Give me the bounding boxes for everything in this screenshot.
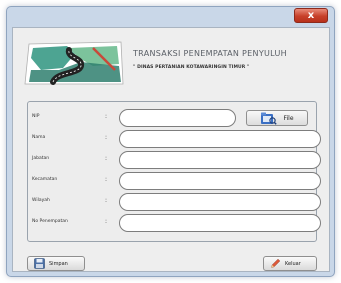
row-wilayah: Wilayah : [28,192,321,212]
jabatan-input[interactable] [119,151,321,169]
save-button[interactable]: Simpan [27,256,85,271]
exit-button[interactable]: Keluar [263,256,317,271]
folder-search-icon [261,112,278,125]
jabatan-label: Jabatan [32,156,50,161]
no-penempatan-label: No Penempatan [32,219,68,224]
colon: : [105,113,108,120]
wilayah-label: Wilayah [32,198,50,203]
form-subtitle: " DINAS PERTANIAN KOTAWARINGIN TIMUR " [133,65,250,70]
colon: : [105,134,108,141]
save-button-label: Simpan [49,260,68,267]
form-panel: NIP : File Nama : Jabatan: Kecamatan: … [27,101,321,242]
pencil-icon [271,258,281,268]
dialog-content: TRANSAKSI PENEMPATAN PENYULUH " DINAS PE… [12,27,330,272]
wilayah-input[interactable] [119,193,321,211]
nama-label: Nama [32,135,46,140]
row-kecamatan: Kecamatan : [28,171,321,191]
kecamatan-input[interactable] [119,172,321,190]
save-icon [34,258,45,269]
form-title: TRANSAKSI PENEMPATAN PENYULUH [133,49,287,58]
kecamatan-label: Kecamatan [32,177,58,182]
title-bar: x [7,7,334,27]
colon: : [105,197,108,204]
close-button[interactable]: x [294,8,328,23]
nip-label: NIP [32,114,40,119]
file-button[interactable]: File [246,110,308,126]
header: TRANSAKSI PENEMPATAN PENYULUH " DINAS PE… [13,28,329,94]
colon: : [105,218,108,225]
row-no-penempatan: No Penempatan : [28,213,321,233]
no-penempatan-input[interactable] [119,214,321,232]
colon: : [105,155,108,162]
dialog-window: x TRANSAKSI PENEMPATAN PENYULUH " DINAS … [6,6,335,277]
row-nama: Nama : [28,129,321,149]
row-jabatan: Jabatan : [28,150,321,170]
colon: : [105,176,108,183]
nama-input[interactable] [119,130,321,148]
map-logo-icon [24,41,124,85]
file-button-label: File [283,114,294,122]
exit-button-label: Keluar [285,260,301,267]
row-nip: NIP : File [28,108,316,128]
nip-input[interactable] [119,109,236,127]
